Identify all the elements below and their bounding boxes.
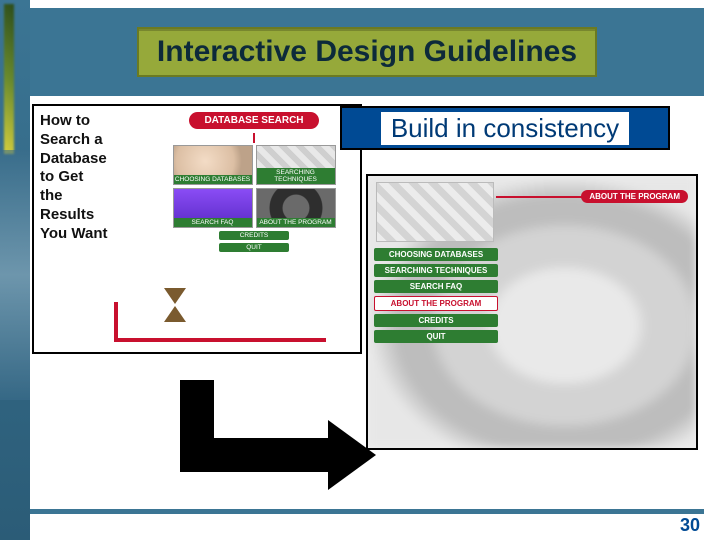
page-number: 30 — [680, 515, 700, 536]
menu-column: DATABASE SEARCH CREDITS QUIT — [166, 112, 342, 252]
thumbnail-item — [256, 188, 336, 228]
howto-line: the — [40, 187, 118, 206]
howto-line: Search a — [40, 131, 118, 150]
arrow-horizontal — [180, 438, 330, 472]
subtitle-text: Build in consistency — [381, 112, 629, 145]
howto-line: Results — [40, 206, 118, 225]
howto-line: to Get — [40, 168, 118, 187]
nav-column: CHOOSING DATABASES SEARCHING TECHNIQUES … — [374, 248, 498, 343]
quit-pill: QUIT — [219, 243, 289, 252]
flow-arrow-icon — [180, 380, 380, 480]
nav-pill: CREDITS — [374, 314, 498, 327]
howto-line: You Want — [40, 225, 118, 244]
decorative-left-strip — [0, 0, 30, 540]
subtitle-bar: Build in consistency — [340, 106, 670, 150]
thumbnail-item — [173, 188, 253, 228]
title-band: Interactive Design Guidelines — [30, 8, 704, 96]
howto-text-block: How to Search a Database to Get the Resu… — [40, 112, 118, 243]
howto-line: Database — [40, 150, 118, 169]
nav-pill: SEARCHING TECHNIQUES — [374, 264, 498, 277]
database-search-pill: DATABASE SEARCH — [189, 112, 319, 129]
red-l-line — [114, 302, 326, 342]
thumbnail-row — [166, 145, 342, 228]
arrow-head — [328, 420, 376, 490]
nav-pill: QUIT — [374, 330, 498, 343]
connector-line — [253, 133, 255, 143]
title-box: Interactive Design Guidelines — [137, 27, 597, 77]
footer-divider — [30, 509, 704, 514]
example-screenshot-2: ABOUT THE PROGRAM CHOOSING DATABASES SEA… — [366, 174, 698, 450]
nav-pill: SEARCH FAQ — [374, 280, 498, 293]
example-screenshot-1: How to Search a Database to Get the Resu… — [32, 104, 362, 354]
nav-pill-active: ABOUT THE PROGRAM — [374, 296, 498, 311]
thumbnail-item — [173, 145, 253, 185]
thumbnail-item — [256, 145, 336, 185]
content-area: How to Search a Database to Get the Resu… — [32, 104, 702, 510]
slide-title: Interactive Design Guidelines — [157, 35, 577, 69]
about-program-pill: ABOUT THE PROGRAM — [581, 190, 688, 203]
howto-line: How to — [40, 112, 118, 131]
nav-pill: CHOOSING DATABASES — [374, 248, 498, 261]
credits-pill: CREDITS — [219, 231, 289, 240]
keyboard-thumbnail — [376, 182, 494, 242]
slide: Interactive Design Guidelines How to Sea… — [0, 0, 720, 540]
